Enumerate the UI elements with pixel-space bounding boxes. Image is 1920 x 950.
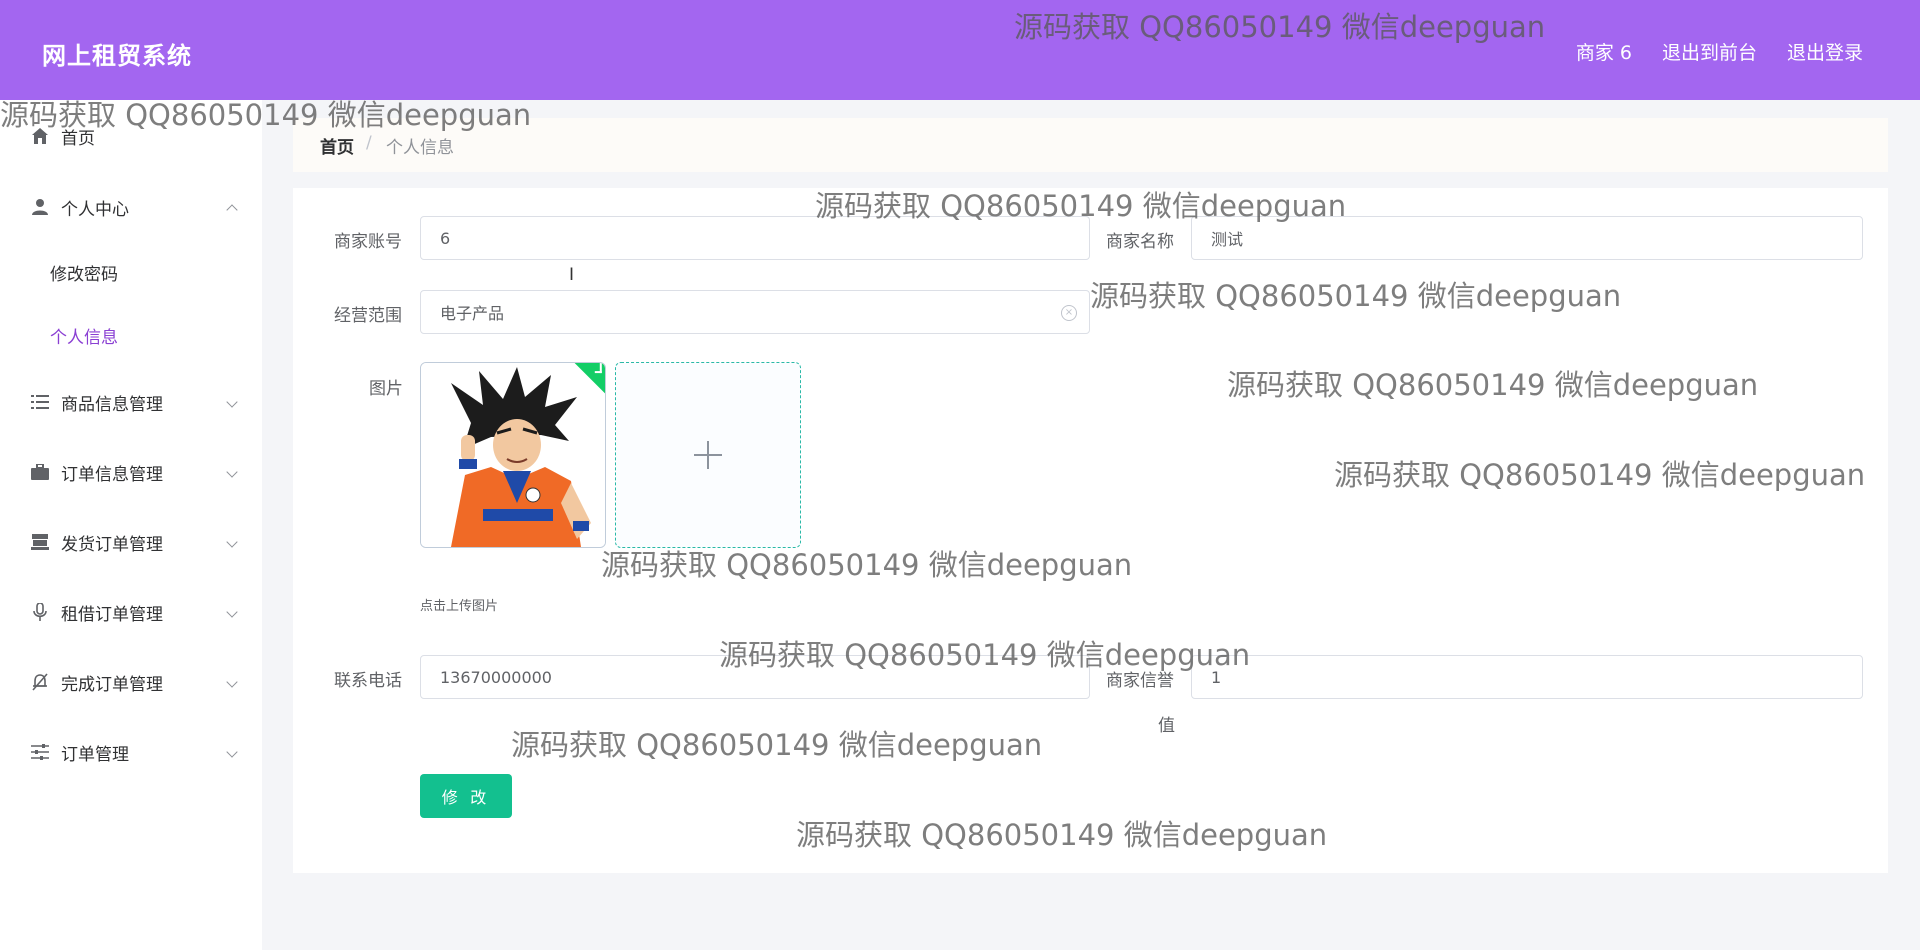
home-icon <box>30 126 50 146</box>
uploaded-image-thumbnail[interactable] <box>420 362 606 548</box>
sliders-icon <box>30 742 50 762</box>
text-cursor-icon: I <box>569 265 575 285</box>
bell-off-icon <box>30 672 50 692</box>
sidebar-item-label: 商品信息管理 <box>61 394 163 415</box>
merchant-account-value: 6 <box>440 228 451 248</box>
phone-label: 联系电话 <box>334 671 402 691</box>
microphone-icon <box>30 602 50 622</box>
character-image <box>421 363 605 547</box>
sidebar-item-label: 发货订单管理 <box>61 534 163 555</box>
merchant-account-field[interactable]: 6 <box>420 216 1090 260</box>
image-label: 图片 <box>369 379 403 399</box>
sidebar-item-product-management[interactable]: 商品信息管理 <box>0 377 262 427</box>
sidebar: 首页 个人中心 修改密码 个人信息 商品信息管理 订单信息管理 发货订单管理 租… <box>0 100 262 950</box>
header-nav: 商家 6 退出到前台 退出登录 <box>1576 38 1863 65</box>
sidebar-item-home[interactable]: 首页 <box>0 111 262 161</box>
logout-link[interactable]: 退出登录 <box>1787 38 1863 65</box>
sidebar-item-order-management[interactable]: 订单管理 <box>0 727 262 777</box>
chevron-up-icon <box>228 201 236 214</box>
sidebar-item-label: 个人中心 <box>61 199 129 220</box>
app-title: 网上租贸系统 <box>42 42 192 70</box>
business-scope-label: 经营范围 <box>334 306 402 326</box>
credit-value: 1 <box>1211 667 1222 687</box>
credit-label-line2: 值 <box>1158 716 1175 736</box>
sidebar-item-label: 首页 <box>61 128 95 149</box>
plus-icon <box>694 441 722 469</box>
chevron-down-icon <box>228 748 236 756</box>
phone-field[interactable]: 13670000000 <box>420 655 1090 699</box>
sidebar-item-shipping-order-management[interactable]: 发货订单管理 <box>0 517 262 567</box>
chevron-down-icon <box>228 678 236 686</box>
breadcrumb-separator: / <box>366 133 372 153</box>
merchant-name-label: 商家名称 <box>1106 232 1174 252</box>
sidebar-item-personal-center[interactable]: 个人中心 <box>0 182 262 232</box>
breadcrumb: 首页 / 个人信息 <box>293 118 1888 172</box>
breadcrumb-home[interactable]: 首页 <box>320 133 354 158</box>
credit-field[interactable]: 1 <box>1191 655 1863 699</box>
upload-hint: 点击上传图片 <box>420 599 499 614</box>
sidebar-item-label: 订单管理 <box>61 744 129 765</box>
chevron-down-icon <box>228 538 236 546</box>
exit-to-frontend-link[interactable]: 退出到前台 <box>1662 38 1757 65</box>
chevron-down-icon <box>228 608 236 616</box>
sidebar-item-label: 租借订单管理 <box>61 604 163 625</box>
sidebar-item-label: 订单信息管理 <box>61 464 163 485</box>
image-upload-button[interactable] <box>615 362 801 548</box>
merchant-user-link[interactable]: 商家 6 <box>1576 38 1632 65</box>
top-header: 网上租贸系统 商家 6 退出到前台 退出登录 <box>0 0 1920 100</box>
update-button[interactable]: 修 改 <box>420 774 512 818</box>
breadcrumb-current: 个人信息 <box>386 138 454 158</box>
merchant-name-field[interactable]: 测试 <box>1191 216 1863 260</box>
merchant-name-value: 测试 <box>1211 230 1244 249</box>
business-scope-select[interactable]: 电子产品 × <box>420 290 1090 334</box>
briefcase-icon <box>30 462 50 482</box>
sidebar-item-completed-order-management[interactable]: 完成订单管理 <box>0 657 262 707</box>
sidebar-item-order-info-management[interactable]: 订单信息管理 <box>0 447 262 497</box>
credit-label: 商家信誉 <box>1106 671 1174 691</box>
user-icon <box>30 197 50 217</box>
clear-icon[interactable]: × <box>1061 305 1077 321</box>
sidebar-subitem-personal-info[interactable]: 个人信息 <box>50 323 118 348</box>
sidebar-subitem-change-password[interactable]: 修改密码 <box>50 260 118 285</box>
list-icon <box>30 392 50 412</box>
phone-value: 13670000000 <box>440 667 552 687</box>
business-scope-value: 电子产品 <box>440 304 505 323</box>
sidebar-item-label: 完成订单管理 <box>61 674 163 695</box>
chevron-down-icon <box>228 468 236 476</box>
sidebar-item-rental-order-management[interactable]: 租借订单管理 <box>0 587 262 637</box>
merchant-account-label: 商家账号 <box>334 232 402 252</box>
chevron-down-icon <box>228 398 236 406</box>
shop-icon <box>30 532 50 552</box>
